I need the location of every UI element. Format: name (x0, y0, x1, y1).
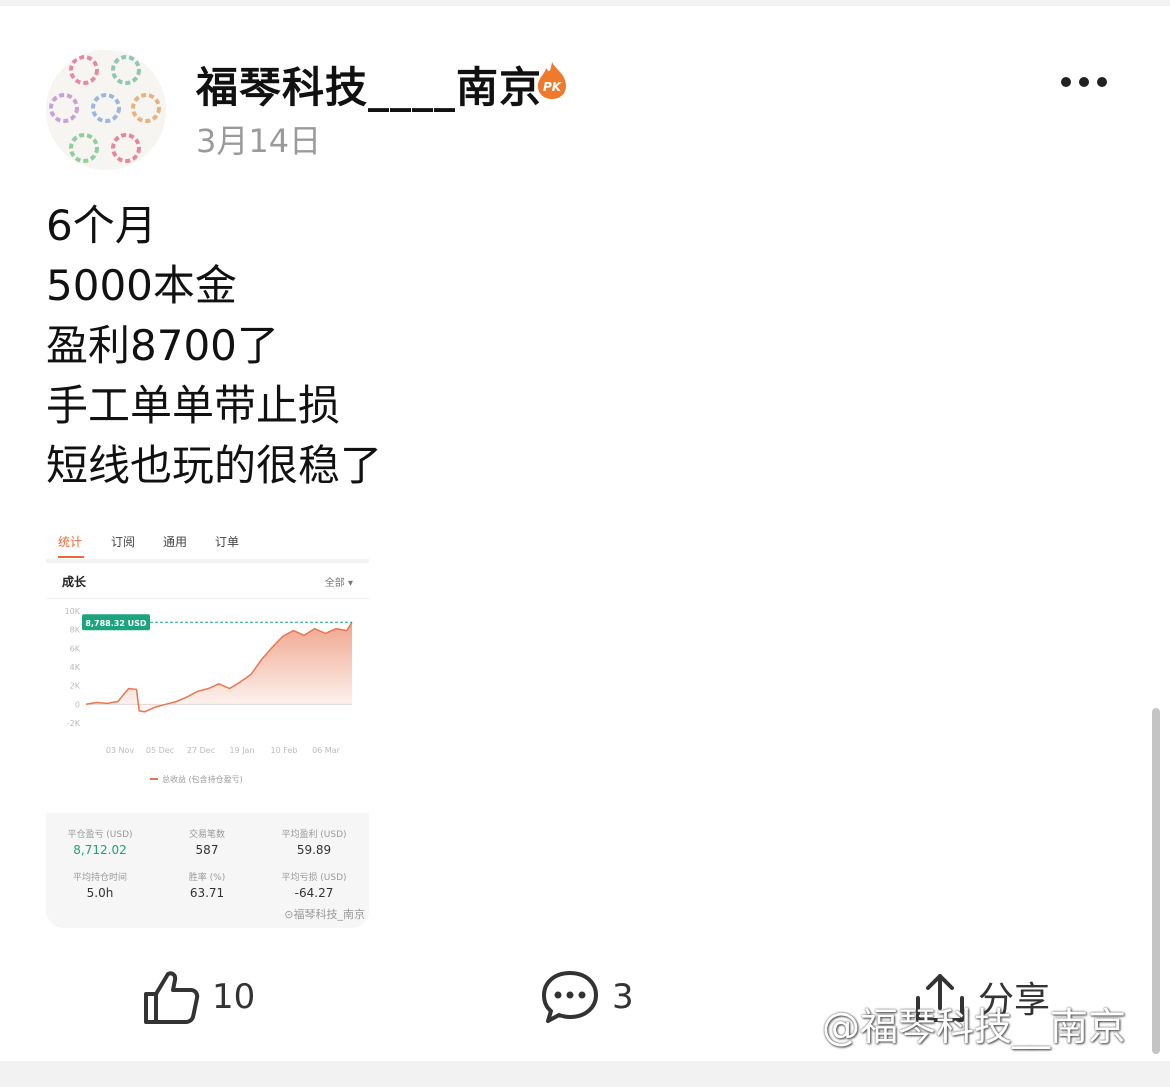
comment-count: 3 (612, 977, 634, 1017)
post-line: 6个月 (46, 201, 157, 250)
stat-trade-count: 交易笔数 587 (153, 827, 261, 857)
post-date: 3月14日 (196, 122, 322, 160)
legend-label: 总收益 (包含持仓盈亏) (162, 774, 243, 784)
x-tick-label: 10 Feb (271, 746, 298, 755)
image-tab: 统计 (58, 535, 83, 549)
comment-icon (542, 971, 598, 1023)
pk-flame-icon: PK (538, 62, 566, 99)
x-tick-label: 05 Dec (146, 746, 174, 755)
like-count: 10 (212, 977, 256, 1017)
active-tab-indicator (58, 556, 84, 558)
stat-label: 胜率 (%) (188, 873, 226, 883)
image-watermark: ⊙福琴科技_南京 (284, 908, 365, 921)
y-tick-label: 0 (75, 700, 80, 709)
svg-text:PK: PK (543, 80, 563, 94)
stat-value: -64.27 (294, 886, 334, 900)
stat-label: 平均持仓时间 (72, 873, 127, 883)
y-tick-label: -2K (67, 719, 81, 728)
y-tick-label: 10K (65, 607, 81, 616)
stat-avg-loss: 平均亏损 (USD) -64.27 (260, 870, 368, 900)
avatar-image (46, 50, 166, 170)
username[interactable]: 福琴科技____南京 (196, 54, 542, 115)
comment-button[interactable]: 3 (540, 962, 634, 1032)
series-area (86, 622, 352, 712)
stat-label: 交易笔数 (188, 830, 225, 840)
stat-closed-pnl: 平仓盈亏 (USD) 8,712.02 (46, 827, 154, 857)
stat-label: 平仓盈亏 (USD) (67, 830, 133, 840)
post-line: 5000本金 (46, 261, 237, 310)
post-line: 手工单单带止损 (46, 381, 341, 430)
y-tick-label: 4K (70, 663, 81, 672)
page-watermark: @福琴科技__南京 (822, 1005, 1127, 1049)
more-options-icon[interactable] (1054, 64, 1114, 100)
stat-value: 587 (195, 843, 219, 857)
current-value-label: 8,788.32 USD (85, 619, 147, 628)
stat-win-rate: 胜率 (%) 63.71 (153, 870, 261, 900)
x-tick-label: 27 Dec (187, 746, 215, 755)
y-tick-label: 8K (70, 626, 81, 635)
y-tick-label: 2K (70, 682, 81, 691)
growth-panel: 成长 全部 ▾ 10K 8K 6K 4K 2K 0 -2K 03 Nov 05 Dec 27 De… (46, 563, 369, 825)
image-tab: 订单 (215, 535, 240, 549)
x-tick-label: 19 Jan (229, 746, 254, 755)
stat-label: 平均盈利 (USD) (281, 830, 347, 840)
x-tick-label: 03 Nov (106, 746, 135, 755)
panel-title: 成长 (62, 575, 87, 589)
image-tab-bar: 统计 订阅 通用 订单 (46, 523, 369, 559)
avatar[interactable] (46, 50, 166, 170)
stat-avg-profit: 平均盈利 (USD) 59.89 (260, 827, 368, 857)
post-body: 6个月 5000本金 盈利8700了 手工单单带止损 短线也玩的很稳了 (46, 196, 382, 496)
stats-panel: 平仓盈亏 (USD) 8,712.02 交易笔数 587 平均盈利 (USD) … (46, 813, 369, 928)
stat-value: 5.0h (86, 886, 114, 900)
thumbs-up-icon (144, 971, 200, 1024)
stat-avg-hold-time: 平均持仓时间 5.0h (46, 870, 154, 900)
post-line: 短线也玩的很稳了 (46, 441, 383, 490)
x-tick-label: 06 Mar (312, 746, 341, 755)
range-filter: 全部 ▾ (324, 578, 353, 589)
y-tick-label: 6K (70, 644, 81, 653)
stat-value: 8,712.02 (73, 843, 127, 857)
growth-chart: 10K 8K 6K 4K 2K 0 -2K 03 Nov 05 Dec 27 Dec 19 Jan 1… (65, 607, 353, 784)
top-divider (0, 0, 1170, 6)
image-tab: 订阅 (111, 535, 136, 549)
like-button[interactable]: 10 (142, 962, 255, 1032)
stat-value: 59.89 (296, 843, 332, 857)
post-line: 盈利8700了 (46, 321, 279, 370)
stat-value: 63.71 (189, 886, 225, 900)
scrollbar[interactable] (1152, 708, 1160, 1054)
bottom-divider (0, 1061, 1170, 1087)
stat-label: 平均亏损 (USD) (281, 873, 347, 883)
image-tab: 通用 (163, 535, 188, 549)
post-image[interactable]: 统计 订阅 通用 订单 成长 全部 ▾ 10K 8K 6K 4K 2K 0 -2K 03 No… (46, 523, 369, 928)
